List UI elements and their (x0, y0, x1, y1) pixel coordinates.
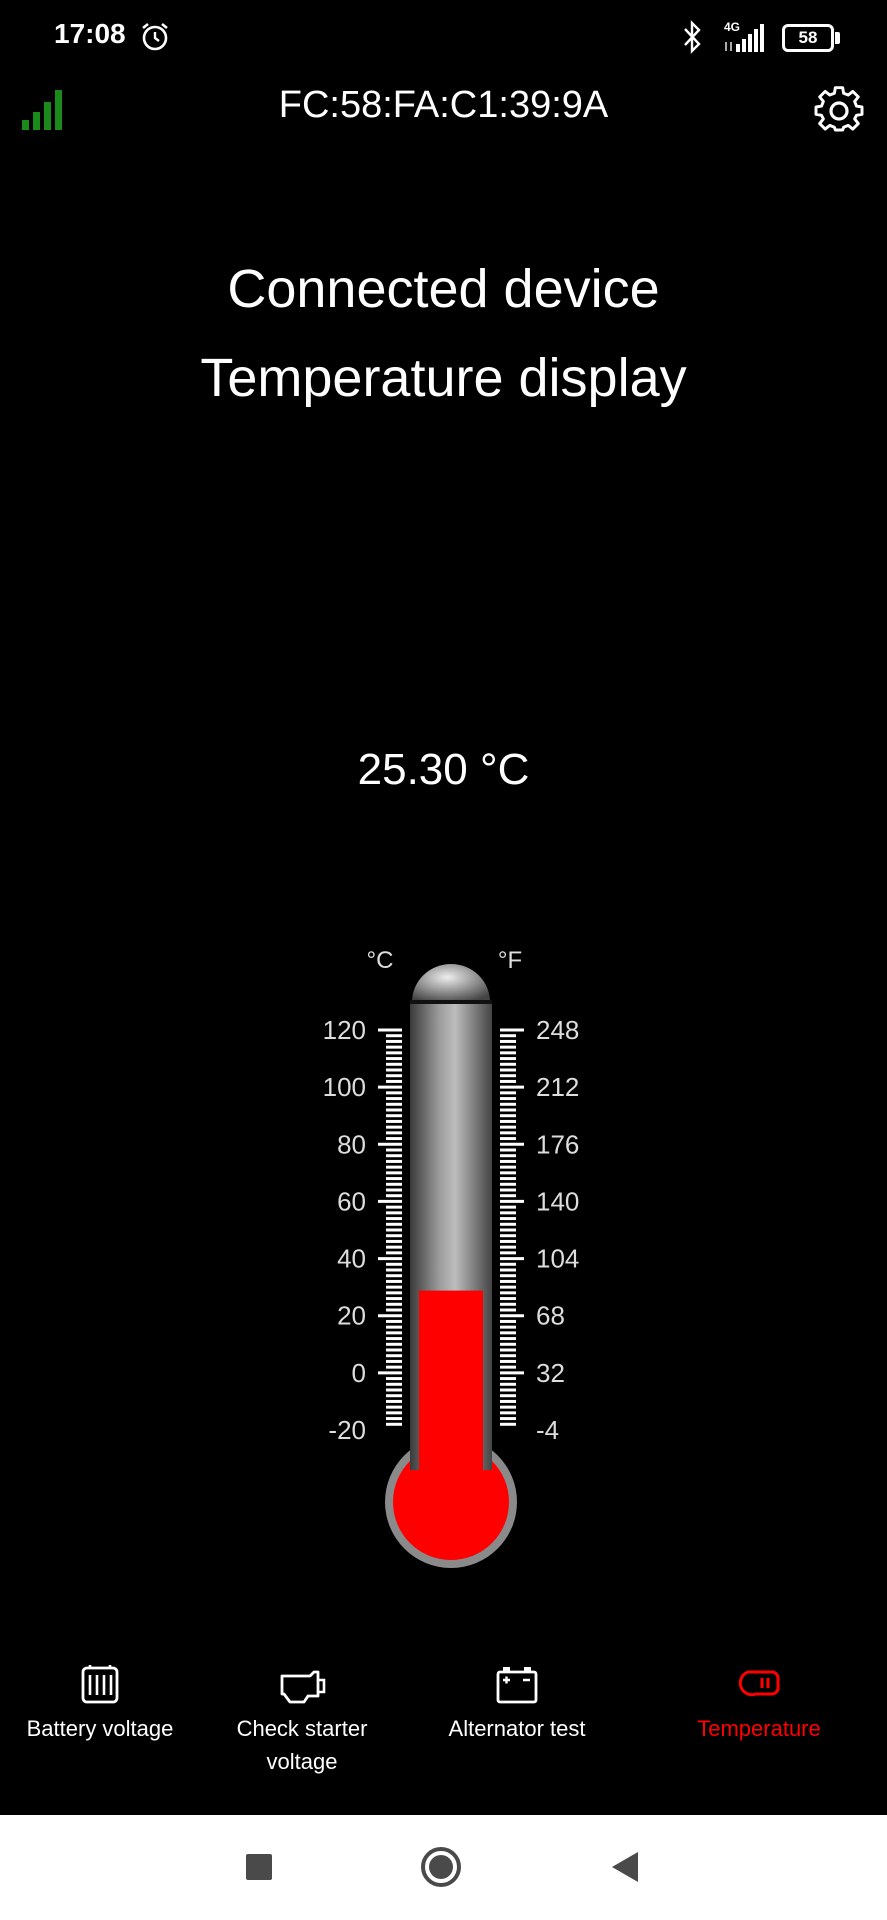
nav-label: Check starter voltage (236, 1716, 368, 1774)
celsius-tick-label: 60 (337, 1186, 366, 1216)
nav-label: Temperature (697, 1716, 821, 1741)
fahrenheit-tick-label: 104 (536, 1244, 579, 1274)
celsius-tick-label: 80 (337, 1129, 366, 1159)
celsius-unit-label: °C (367, 947, 394, 974)
nav-alternator-test[interactable]: Alternator test (410, 1662, 624, 1745)
fahrenheit-tick-label: 68 (536, 1301, 565, 1331)
car-battery-icon (496, 1667, 538, 1704)
thermometer-icon (738, 1670, 780, 1697)
celsius-tick-label: 40 (337, 1244, 366, 1274)
nav-check-starter-voltage[interactable]: Check starter voltage (212, 1662, 392, 1778)
thermometer-gauge: °C °F 120 100 80 60 40 20 0 -20 248 212 176 140 104… (323, 947, 579, 1568)
thermometer-mercury (419, 1290, 483, 1480)
celsius-tick-label: 0 (352, 1358, 366, 1388)
fahrenheit-tick-label: 248 (536, 1015, 579, 1045)
nav-temperature[interactable]: Temperature (656, 1662, 862, 1745)
home-icon[interactable] (420, 1846, 462, 1888)
celsius-tick-label: 20 (337, 1301, 366, 1331)
fahrenheit-tick-label: 32 (536, 1358, 565, 1388)
fahrenheit-unit-label: °F (498, 947, 522, 974)
nav-battery-voltage[interactable]: Battery voltage (0, 1662, 200, 1745)
nav-label: Alternator test (448, 1716, 586, 1741)
nav-label: Battery voltage (26, 1716, 174, 1741)
fahrenheit-tick-label: 212 (536, 1072, 579, 1102)
fahrenheit-tick-label: 176 (536, 1129, 579, 1159)
fahrenheit-tick-label: -4 (536, 1415, 559, 1445)
back-icon[interactable] (610, 1850, 640, 1884)
celsius-tick-label: -20 (328, 1415, 366, 1445)
fahrenheit-tick-label: 140 (536, 1186, 579, 1216)
celsius-tick-label: 100 (323, 1072, 366, 1102)
thermometer-cap (412, 964, 490, 1002)
battery-icon (81, 1665, 119, 1704)
celsius-tick-label: 120 (323, 1015, 366, 1045)
thermometer-tube-rim (410, 1000, 492, 1004)
engine-icon (280, 1670, 326, 1704)
recents-icon[interactable] (246, 1854, 272, 1880)
